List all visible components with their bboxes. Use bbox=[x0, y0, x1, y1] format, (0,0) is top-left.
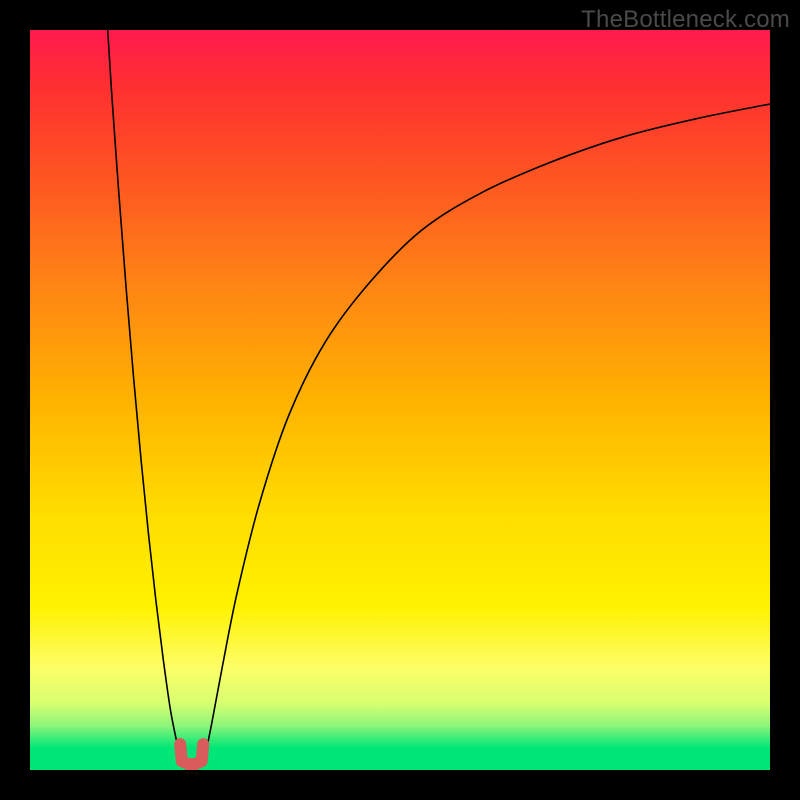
bottleneck-curve-svg bbox=[30, 30, 770, 770]
curve-left-branch bbox=[108, 30, 182, 763]
plot-area bbox=[30, 30, 770, 770]
optimum-marker bbox=[180, 744, 203, 764]
curve-right-branch bbox=[204, 104, 770, 763]
